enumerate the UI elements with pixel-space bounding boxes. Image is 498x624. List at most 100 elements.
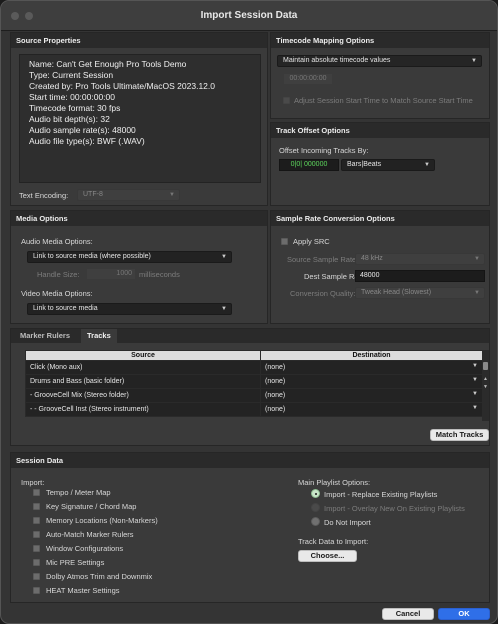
audio-media-select[interactable]: Link to source media (where possible) ▼ <box>27 251 232 263</box>
video-media-label: Video Media Options: <box>21 289 93 298</box>
track-destination-select[interactable]: (none) ▼ <box>260 374 483 389</box>
memory-locations-label: Memory Locations (Non-Markers) <box>46 516 158 525</box>
offset-value-field[interactable]: 0|0| 000000 <box>279 159 339 171</box>
source-type: Type: Current Session <box>29 70 114 80</box>
minimize-window-icon[interactable] <box>25 12 33 20</box>
mic-pre-label: Mic PRE Settings <box>46 558 105 567</box>
session-data-panel: Session Data Import: Tempo / Meter Map K… <box>10 452 490 603</box>
tempo-meter-checkbox[interactable] <box>33 489 40 496</box>
close-window-icon[interactable] <box>11 12 19 20</box>
track-data-label: Track Data to Import: <box>298 537 369 546</box>
chevron-down-icon: ▼ <box>471 58 477 64</box>
track-offset-heading: Track Offset Options <box>271 123 489 138</box>
track-destination-select[interactable]: (none) ▼ <box>260 402 483 417</box>
playlist-do-not-import-label: Do Not Import <box>324 518 371 527</box>
handle-size-field: 1000 <box>86 268 136 280</box>
tempo-meter-label: Tempo / Meter Map <box>46 488 111 497</box>
timecode-mapping-select[interactable]: Maintain absolute timecode values ▼ <box>277 55 482 67</box>
playlist-overlay-radio <box>311 503 320 512</box>
chevron-down-icon: ▼ <box>221 254 227 260</box>
apply-src-label: Apply SRC <box>293 237 330 246</box>
track-source: - GrooveCell Mix (Stereo folder) <box>25 388 261 403</box>
chevron-down-icon: ▼ <box>472 377 478 383</box>
chevron-down-icon: ▼ <box>221 306 227 312</box>
cancel-button[interactable]: Cancel <box>382 608 434 620</box>
text-encoding-select: UTF-8 ▼ <box>77 189 180 201</box>
key-signature-label: Key Signature / Chord Map <box>46 502 137 511</box>
source-info-box: Name: Can't Get Enough Pro Tools Demo Ty… <box>19 54 261 183</box>
handle-size-label: Handle Size: <box>37 270 80 279</box>
chevron-down-icon: ▼ <box>424 162 430 168</box>
timecode-mapping-panel: Timecode Mapping Options Maintain absolu… <box>270 32 490 119</box>
tab-tracks[interactable]: Tracks <box>81 329 117 343</box>
source-name: Name: Can't Get Enough Pro Tools Demo <box>29 59 187 69</box>
playlist-overlay-label: Import - Overlay New On Existing Playlis… <box>324 504 465 513</box>
playlist-do-not-import-radio[interactable] <box>311 517 320 526</box>
tab-marker-rulers[interactable]: Marker Rulers <box>14 329 76 343</box>
offset-unit-select[interactable]: Bars|Beats ▼ <box>341 159 435 171</box>
dolby-atmos-label: Dolby Atmos Trim and Downmix <box>46 572 153 581</box>
playlist-replace-label: Import - Replace Existing Playlists <box>324 490 438 499</box>
ok-button[interactable]: OK <box>438 608 490 620</box>
media-options-heading: Media Options <box>11 211 267 226</box>
source-sample-rate: Audio sample rate(s): 48000 <box>29 125 136 135</box>
chevron-down-icon: ▼ <box>474 256 480 262</box>
playlist-replace-radio[interactable] <box>311 489 320 498</box>
chevron-down-icon: ▼ <box>472 405 478 411</box>
adjust-start-time-label: Adjust Session Start Time to Match Sourc… <box>294 96 473 105</box>
auto-match-markers-label: Auto-Match Marker Rulers <box>46 530 134 539</box>
audio-media-label: Audio Media Options: <box>21 237 93 246</box>
track-source: - - GrooveCell Inst (Stereo instrument) <box>25 402 261 417</box>
import-label: Import: <box>21 478 45 487</box>
track-destination-select[interactable]: (none) ▼ <box>260 388 483 403</box>
auto-match-markers-checkbox[interactable] <box>33 531 40 538</box>
apply-src-checkbox[interactable] <box>281 238 288 245</box>
source-start-time: Start time: 00:00:00:00 <box>29 92 115 102</box>
video-media-select[interactable]: Link to source media ▼ <box>27 303 232 315</box>
source-created-by: Created by: Pro Tools Ultimate/MacOS 202… <box>29 81 215 91</box>
scroll-up-icon[interactable]: ▲ <box>482 376 489 382</box>
memory-locations-checkbox[interactable] <box>33 517 40 524</box>
scrollbar-thumb[interactable] <box>483 362 488 370</box>
scroll-down-icon[interactable]: ▼ <box>482 384 489 390</box>
table-row: Click (Mono aux) (none) ▼ <box>25 360 483 375</box>
track-offset-panel: Track Offset Options Offset Incoming Tra… <box>270 122 490 206</box>
table-row: - - GrooveCell Inst (Stereo instrument) … <box>25 402 483 417</box>
tracks-panel: Marker Rulers Tracks Source Destination … <box>10 328 490 446</box>
tracks-table: Source Destination Click (Mono aux) (non… <box>25 350 483 417</box>
heat-master-label: HEAT Master Settings <box>46 586 120 595</box>
chevron-down-icon: ▼ <box>169 192 175 198</box>
chevron-down-icon: ▼ <box>472 391 478 397</box>
source-rate-select: 48 kHz ▼ <box>355 253 485 265</box>
heat-master-checkbox[interactable] <box>33 587 40 594</box>
tracks-tab-bar: Marker Rulers Tracks <box>11 329 489 343</box>
source-column-header: Source <box>25 350 261 361</box>
src-options-heading: Sample Rate Conversion Options <box>271 211 489 226</box>
title-bar: Import Session Data <box>1 1 497 31</box>
window-configurations-label: Window Configurations <box>46 544 124 553</box>
timecode-mapping-heading: Timecode Mapping Options <box>271 33 489 48</box>
tracks-scrollbar[interactable]: ▲ ▼ <box>482 350 489 421</box>
key-signature-checkbox[interactable] <box>33 503 40 510</box>
table-row: - GrooveCell Mix (Stereo folder) (none) ▼ <box>25 388 483 403</box>
text-encoding-label: Text Encoding: <box>19 191 69 200</box>
mic-pre-checkbox[interactable] <box>33 559 40 566</box>
dest-rate-field[interactable]: 48000 <box>355 270 485 282</box>
track-destination-select[interactable]: (none) ▼ <box>260 360 483 375</box>
quality-label: Conversion Quality: <box>290 289 356 298</box>
playlist-options-label: Main Playlist Options: <box>298 478 371 487</box>
chevron-down-icon: ▼ <box>474 290 480 296</box>
source-properties-heading: Source Properties <box>11 33 267 48</box>
window-configurations-checkbox[interactable] <box>33 545 40 552</box>
session-data-heading: Session Data <box>11 453 489 468</box>
choose-button[interactable]: Choose... <box>298 550 357 562</box>
source-file-type: Audio file type(s): BWF (.WAV) <box>29 136 145 146</box>
dolby-atmos-checkbox[interactable] <box>33 573 40 580</box>
source-timecode-format: Timecode format: 30 fps <box>29 103 121 113</box>
table-row: Drums and Bass (basic folder) (none) ▼ <box>25 374 483 389</box>
match-tracks-button[interactable]: Match Tracks <box>430 429 489 441</box>
adjust-start-time-checkbox <box>283 97 290 104</box>
destination-column-header: Destination <box>260 350 483 361</box>
source-rate-label: Source Sample Rate: <box>287 255 359 264</box>
chevron-down-icon: ▼ <box>472 363 478 369</box>
